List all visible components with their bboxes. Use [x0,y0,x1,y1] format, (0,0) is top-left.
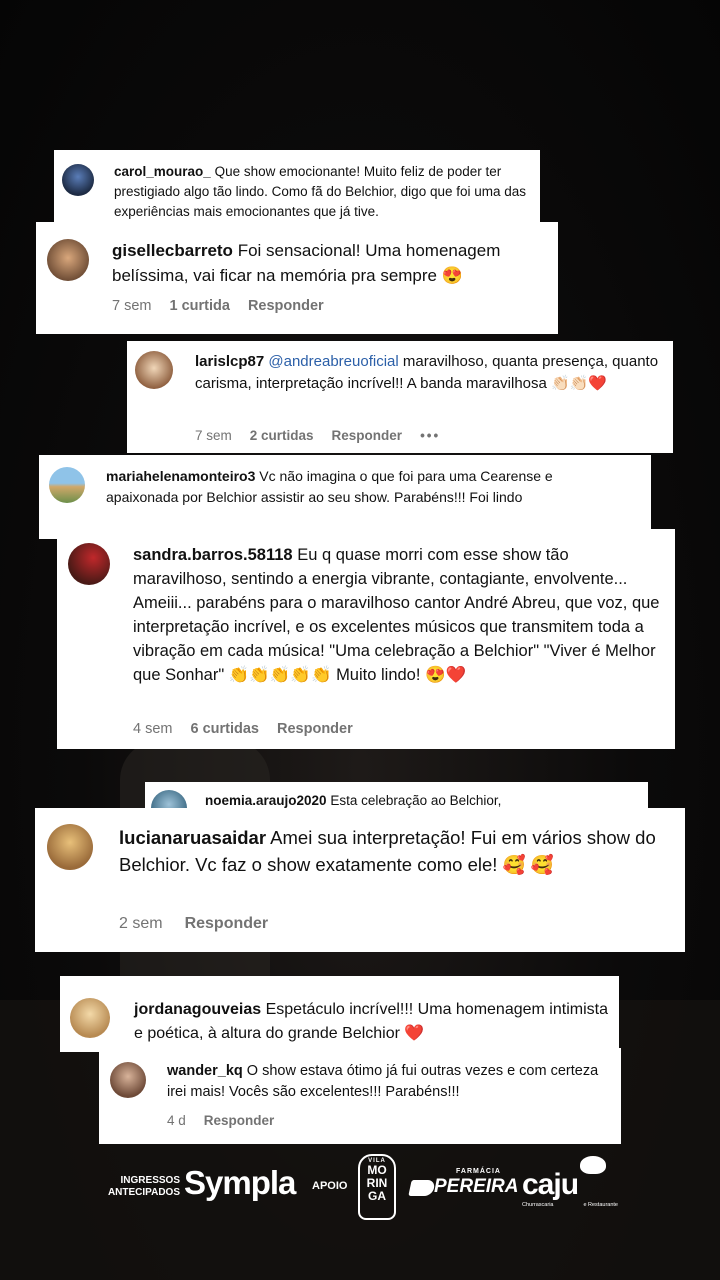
caju-label: caju [522,1168,579,1201]
apoio-label: APOIO [312,1180,348,1192]
avatar[interactable] [47,239,89,281]
sympla-tagline: INGRESSOS ANTECIPADOS [104,1175,180,1198]
comment-meta: 4 d Responder [167,1113,274,1128]
likes-count[interactable]: 2 curtidas [250,428,314,443]
comment-handle[interactable]: wander_kq [167,1063,243,1079]
comment-time: 2 sem [119,915,163,932]
comment-handle[interactable]: larislcp87 [195,353,264,370]
comment-time: 7 sem [195,428,232,443]
likes-count[interactable]: 1 curtida [170,298,230,314]
caju-icon [580,1156,606,1174]
mention-link[interactable]: @andreabreuoficial [268,353,398,370]
comment-card: mariahelenamonteiro3 Vc não imagina o qu… [39,455,651,539]
comment-body: maravilhoso, quanta presença, quanto car… [195,353,659,392]
comment-meta: 7 sem 1 curtida Responder [112,298,324,314]
avatar[interactable] [68,543,110,585]
farmacia-pereira-logo: FARMÁCIA PEREIRA [408,1164,518,1204]
comment-handle[interactable]: carol_mourao_ [114,164,211,179]
comment-card: lucianaruasaidar Amei sua interpretação!… [35,808,685,952]
comment-meta: 7 sem 2 curtidas Responder ••• [195,428,440,443]
likes-count[interactable]: 6 curtidas [191,721,260,737]
comment-meta: 4 sem 6 curtidas Responder [133,721,353,737]
more-options-icon[interactable]: ••• [420,428,440,443]
moringa-line: GA [368,1189,386,1203]
comment-time: 4 d [167,1113,186,1128]
moringa-logo: VILA MO RIN GA [358,1154,396,1220]
comment-card: sandra.barros.58118 Eu q quase morri com… [57,529,675,749]
comment-text: sandra.barros.58118 Eu q quase morri com… [133,543,663,687]
comment-card: gisellecbarreto Foi sensacional! Uma hom… [36,222,558,334]
comment-text: carol_mourao_ Que show emocionante! Muit… [114,162,534,222]
comment-handle[interactable]: sandra.barros.58118 [133,546,293,564]
comment-text: lucianaruasaidar Amei sua interpretação!… [119,824,679,878]
comment-handle[interactable]: jordanagouveias [134,1001,261,1018]
comment-body: Esta celebração ao Belchior, [330,793,502,808]
comment-text: gisellecbarreto Foi sensacional! Uma hom… [112,238,552,288]
comment-text: mariahelenamonteiro3 Vc não imagina o qu… [106,466,576,507]
farmacia-label: FARMÁCIA [456,1168,501,1175]
avatar[interactable] [70,998,110,1038]
pereira-icon [408,1180,436,1196]
avatar[interactable] [62,164,94,196]
sympla-logo: Sympla [184,1164,296,1201]
comment-card: wander_kq O show estava ótimo já fui out… [99,1048,621,1144]
avatar[interactable] [135,351,173,389]
comment-body: Eu q quase morri com esse show tão marav… [133,546,660,684]
comment-handle[interactable]: mariahelenamonteiro3 [106,468,255,484]
avatar[interactable] [49,467,85,503]
comment-time: 4 sem [133,721,173,737]
comment-handle[interactable]: gisellecbarreto [112,241,233,260]
comment-card: carol_mourao_ Que show emocionante! Muit… [54,150,540,222]
pereira-label: PEREIRA [434,1176,519,1197]
comment-text: wander_kq O show estava ótimo já fui out… [167,1061,607,1103]
caju-logo: caju Churrascaria e Restaurante [522,1156,618,1214]
avatar[interactable] [47,824,93,870]
tagline-line: ANTECIPADOS [107,1186,180,1198]
caju-tagline: Churrascaria e Restaurante [522,1202,618,1208]
comment-card: larislcp87 @andreabreuoficial maravilhos… [127,341,673,453]
comment-meta: 2 sem Responder [119,915,268,933]
reply-button[interactable]: Responder [204,1113,275,1128]
reply-button[interactable]: Responder [332,428,403,443]
comment-text: jordanagouveias Espetáculo incrível!!! U… [134,998,614,1046]
tagline-line: e Restaurante [583,1202,618,1208]
tagline-line: INGRESSOS [120,1175,180,1186]
reply-button[interactable]: Responder [185,915,269,933]
comment-card: jordanagouveias Espetáculo incrível!!! U… [60,976,619,1052]
reply-button[interactable]: Responder [277,721,353,737]
reply-button[interactable]: Responder [248,298,324,314]
sponsor-footer: INGRESSOS ANTECIPADOS Sympla APOIO VILA … [0,1150,720,1220]
comment-time: 7 sem [112,298,152,314]
avatar[interactable] [110,1062,146,1098]
tagline-line: Churrascaria [522,1202,554,1208]
comment-handle[interactable]: noemia.araujo2020 [205,793,327,808]
comment-text: larislcp87 @andreabreuoficial maravilhos… [195,351,665,394]
comment-handle[interactable]: lucianaruasaidar [119,827,266,848]
dark-background: carol_mourao_ Que show emocionante! Muit… [0,0,720,1280]
